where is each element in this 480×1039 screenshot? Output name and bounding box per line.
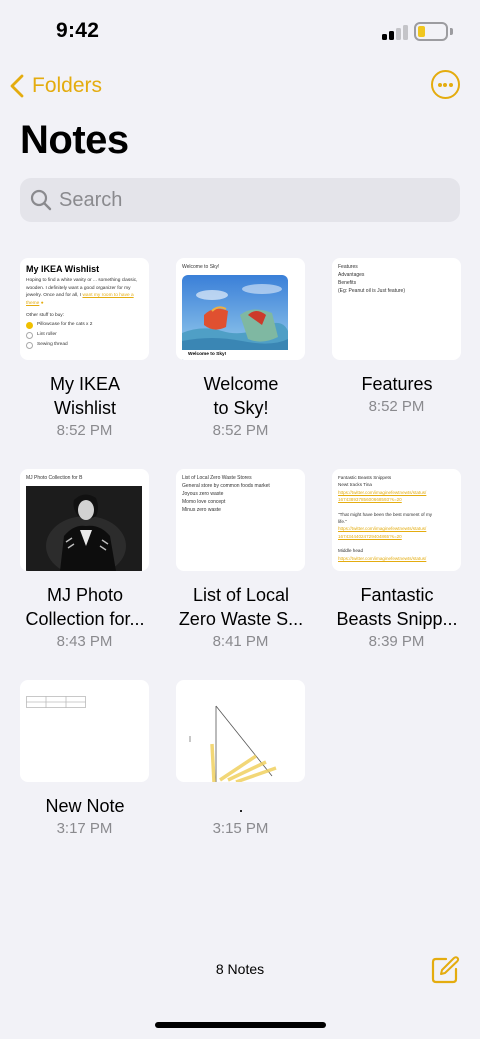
note-item[interactable]: List of Local Zero Waste Stores General … [176,469,305,653]
notes-count: 8 Notes [215,961,265,977]
checkbox-empty-icon [26,331,33,339]
preview-quote: life." [338,519,347,525]
battery-cap [450,28,453,35]
note-time: 8:41 PM [212,633,269,650]
note-time: 8:43 PM [56,633,113,650]
preview-line: Joyous zero waste [182,491,224,497]
preview-heading: Welcome to Sky! [182,264,220,270]
note-item[interactable]: Fantastic Beasts Snippets Newt tracks Ti… [332,469,461,653]
preview-line: Features [338,264,358,270]
page-title: Notes [20,118,129,162]
note-item[interactable]: Welcome to Sky! Welcome to Sky! Welcome … [176,258,305,442]
note-time: 8:39 PM [368,633,425,650]
note-item[interactable]: New Note 3:17 PM [20,680,149,840]
search-bar[interactable] [20,178,460,222]
checklist-item: Lint roller [26,331,144,339]
preview-link: https://twitter.com/imaginefewtnewts/sta… [338,489,427,495]
checkbox-checked-icon [26,321,33,329]
note-title: Features [361,374,433,394]
preview-subheading: Newt tracks Tina [338,482,372,488]
search-input[interactable] [59,188,419,212]
note-thumbnail [176,680,305,782]
preview-section: Middle head [338,548,364,554]
preview-list-title: Other stuff to buy: [26,313,65,319]
note-title: My IKEA Wishlist [49,374,120,418]
note-time: 3:15 PM [212,820,269,837]
more-options-button[interactable] [431,70,460,99]
note-title: . [238,796,244,816]
image-caption: Welcome to Sky! [188,352,227,357]
preview-line: Momo love concept [182,499,226,505]
compose-icon [431,956,460,984]
note-title: New Note [45,796,125,816]
checkbox-empty-icon [26,341,33,349]
table-preview [26,696,86,708]
signal-icon [382,24,408,40]
checklist-item: Sewing thread [26,341,144,349]
note-item[interactable]: My IKEA Wishlist Hoping to find a white … [20,258,149,442]
note-thumbnail: List of Local Zero Waste Stores General … [176,469,305,571]
preview-line: Minus zero waste [182,507,221,513]
preview-line: General store by common foods market [182,483,270,489]
preview-link: https://twitter.com/imaginefewtnewts/sta… [338,555,427,561]
note-item[interactable]: Features Advantages Benefits (Eg: Peanut… [332,258,461,418]
note-title: List of Local Zero Waste S... [178,585,304,629]
back-label: Folders [32,74,103,97]
status-time: 9:42 [56,19,100,42]
preview-heading: Fantastic Beasts Snippets [338,475,392,480]
note-item[interactable]: MJ Photo Collection for B MJ Photo Colle… [20,469,149,653]
photo-image [26,486,142,571]
battery-icon [414,22,448,41]
sky-game-image: Welcome to Sky! [182,275,288,360]
note-thumbnail [20,680,149,782]
search-icon [30,189,52,211]
preview-quote: "That might have been the best moment of… [338,511,433,517]
preview-line: List of Local Zero Waste Stores [182,475,252,481]
chevron-left-icon [10,74,24,98]
note-thumbnail: Fantastic Beasts Snippets Newt tracks Ti… [332,469,461,571]
preview-link: 16743893785600668593?s=20 [338,497,402,503]
navigation-bar: Folders [0,66,480,106]
preview-line: (Eg: Peanut oil is Just feature) [338,288,405,294]
preview-link: https://twitter.com/imaginefewtnewts/sta… [338,526,427,532]
preview-line: Advantages [338,272,365,278]
note-title: Fantastic Beasts Snipp... [336,585,458,629]
preview-link: 16743444024729404865?s=20 [338,533,402,539]
preview-heading: My IKEA Wishlist [26,264,100,274]
note-thumbnail: Features Advantages Benefits (Eg: Peanut… [332,258,461,360]
preview-line: Benefits [338,280,357,286]
note-thumbnail: MJ Photo Collection for B [20,469,149,571]
note-time: 8:52 PM [56,422,113,439]
note-title: MJ Photo Collection for... [25,585,145,629]
note-time: 3:17 PM [56,820,113,837]
preview-heading: MJ Photo Collection for B [26,475,83,481]
home-indicator[interactable] [155,1022,326,1028]
note-thumbnail: My IKEA Wishlist Hoping to find a white … [20,258,149,360]
note-item[interactable]: . 3:15 PM [176,680,305,840]
compose-button[interactable] [430,955,460,985]
status-bar: 9:42 [0,0,480,60]
battery-level [418,26,425,37]
back-button[interactable]: Folders [10,70,102,102]
note-time: 8:52 PM [368,398,425,415]
note-time: 8:52 PM [212,422,269,439]
note-thumbnail: Welcome to Sky! Welcome to Sky! [176,258,305,360]
checklist-item: Pillowcase for the cats x 2 [26,321,144,329]
note-title: Welcome to Sky! [203,374,279,418]
drawing-preview [189,705,277,782]
